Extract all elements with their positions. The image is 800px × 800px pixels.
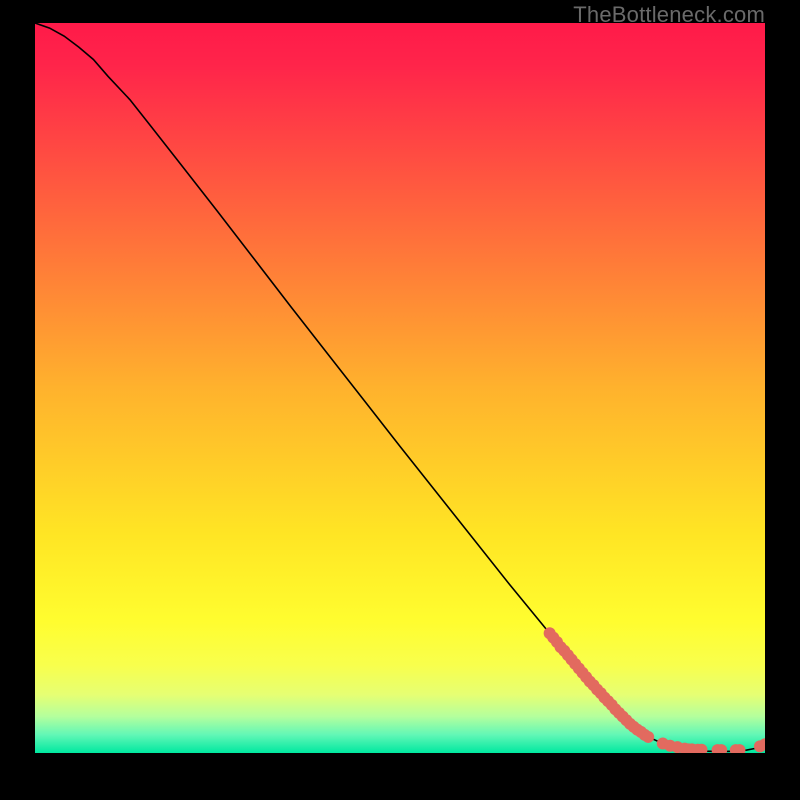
chart-stage: TheBottleneck.com <box>0 0 800 800</box>
bottleneck-plot <box>35 23 765 753</box>
plot-background <box>35 23 765 753</box>
sample-point <box>642 731 654 743</box>
